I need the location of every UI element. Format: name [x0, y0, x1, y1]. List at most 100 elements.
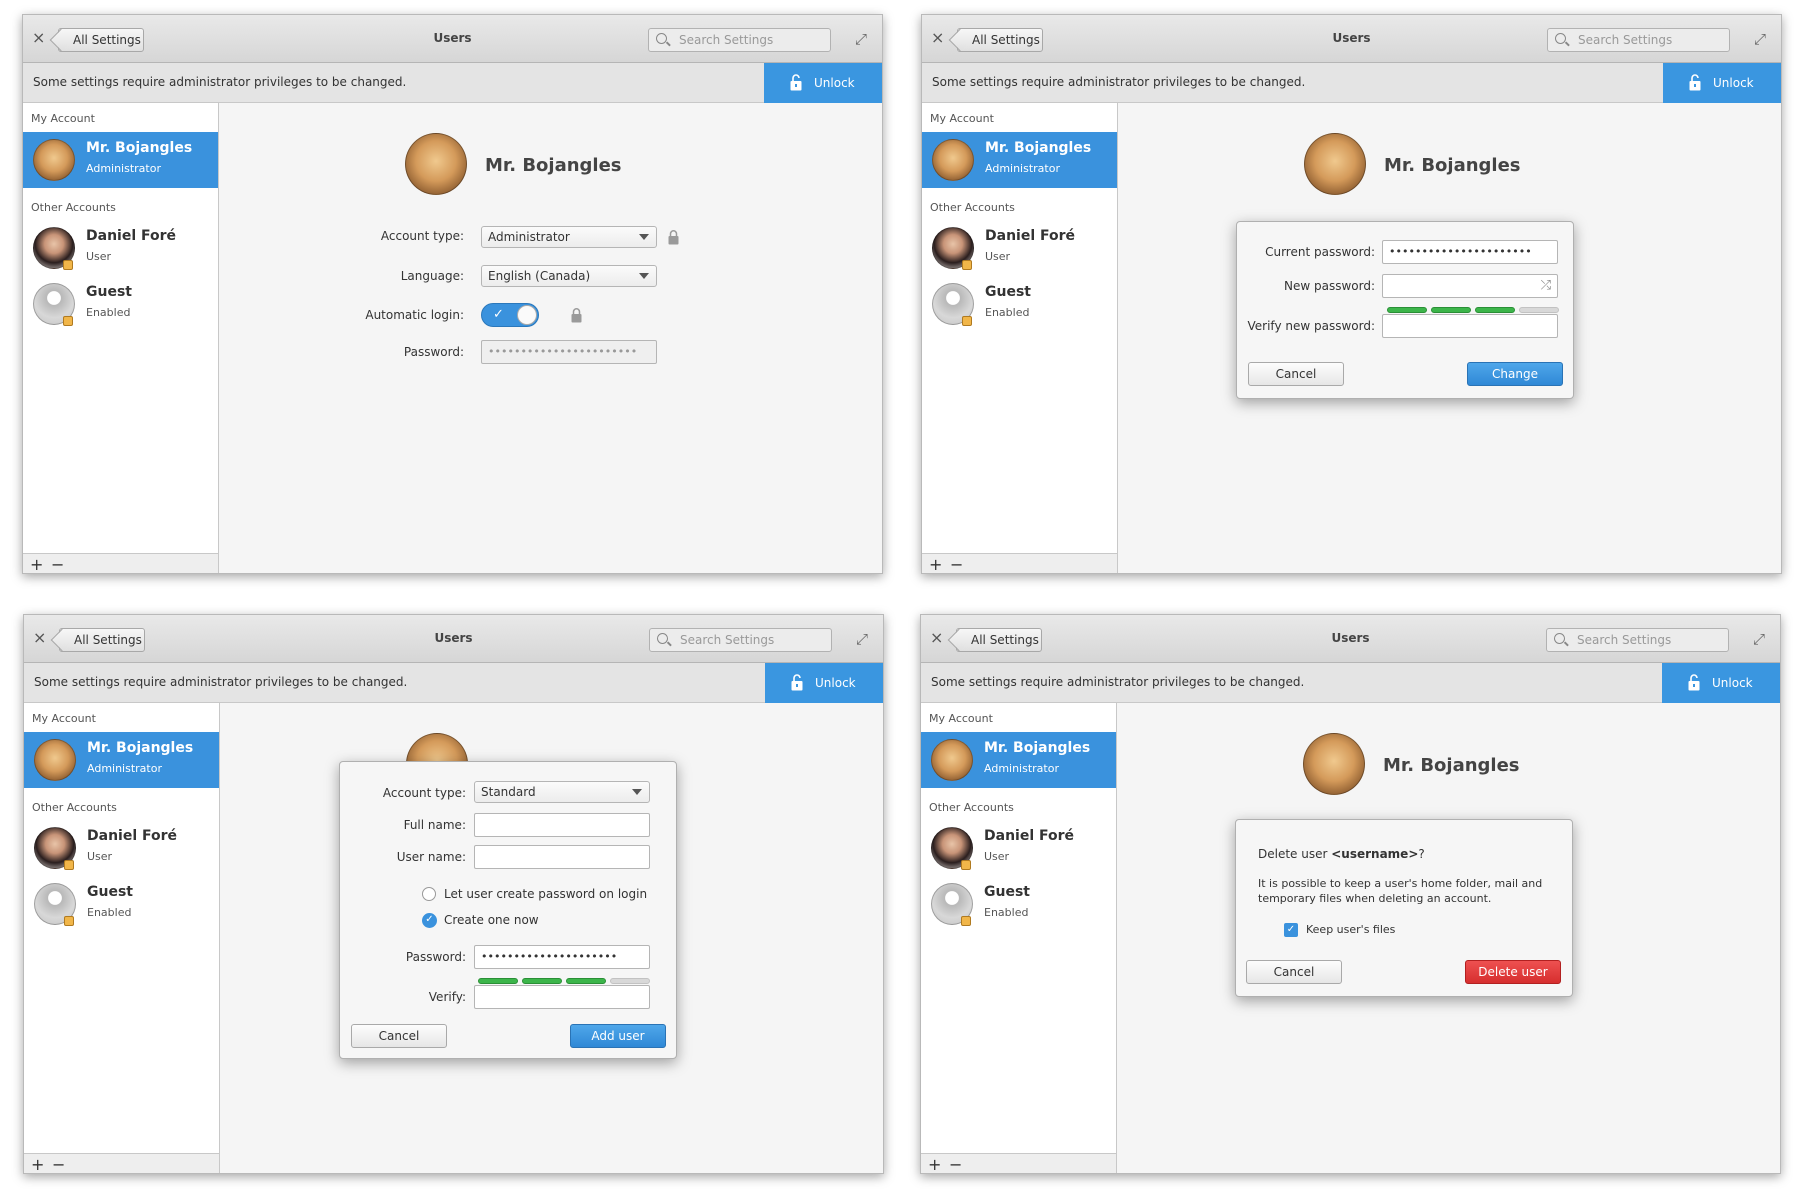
lock-icon[interactable] — [668, 230, 679, 245]
cancel-button[interactable]: Cancel — [1248, 362, 1344, 386]
account-type-label: Account type: — [382, 786, 466, 800]
cat-avatar — [931, 739, 973, 781]
close-icon[interactable]: × — [931, 29, 944, 47]
all-settings-button[interactable]: All Settings — [956, 628, 1042, 652]
add-user-button[interactable]: + — [929, 555, 942, 573]
search-input[interactable]: Search Settings — [648, 28, 831, 52]
unlock-button[interactable]: Unlock — [1662, 663, 1780, 703]
permission-infobar: Some settings require administrator priv… — [24, 663, 883, 703]
add-user-button[interactable]: + — [928, 1155, 941, 1173]
strength-segment — [522, 978, 562, 984]
verify-password-field[interactable] — [1382, 314, 1558, 338]
lock-badge-icon — [962, 316, 972, 326]
password-field[interactable]: ••••••••••••••••••••• — [474, 945, 650, 969]
remove-user-button[interactable]: − — [52, 1155, 65, 1173]
search-input[interactable]: Search Settings — [1547, 28, 1730, 52]
lock-icon[interactable] — [571, 308, 582, 323]
sidebar-item-guest[interactable]: Guest Enabled — [921, 876, 1116, 932]
close-icon[interactable]: × — [33, 629, 46, 647]
sidebar-item-guest[interactable]: Guest Enabled — [922, 276, 1117, 332]
strength-segment — [1387, 307, 1427, 313]
close-icon[interactable]: × — [930, 629, 943, 647]
strength-segment — [1475, 307, 1515, 313]
chevron-down-icon — [639, 273, 649, 279]
search-input[interactable]: Search Settings — [649, 628, 832, 652]
option-create-now-label[interactable]: Create one now — [444, 913, 539, 927]
cancel-button[interactable]: Cancel — [1246, 960, 1342, 984]
sidebar-item-mr-bojangles[interactable]: Mr. Bojangles Administrator — [24, 732, 219, 788]
add-user-confirm-button[interactable]: Add user — [570, 1024, 666, 1048]
remove-user-button[interactable]: − — [51, 555, 64, 573]
sidebar-item-guest[interactable]: Guest Enabled — [24, 876, 219, 932]
radio-login-password[interactable] — [422, 887, 436, 901]
lock-badge-icon — [64, 860, 74, 870]
maximize-icon[interactable]: ⤢ — [856, 630, 868, 648]
strength-segment — [1519, 307, 1559, 313]
user-full-name[interactable]: Mr. Bojangles — [485, 155, 622, 176]
titlebar: × All Settings Users Search Settings ⤢ — [23, 15, 882, 63]
account-name: Daniel Foré — [86, 228, 177, 244]
delete-user-description: It is possible to keep a user's home fol… — [1258, 877, 1543, 905]
account-name: Mr. Bojangles — [984, 740, 1091, 756]
account-type-select[interactable]: Standard — [474, 781, 650, 803]
shuffle-icon[interactable]: ⤮ — [1541, 275, 1551, 297]
lock-badge-icon — [961, 860, 971, 870]
new-password-field[interactable]: ⤮ — [1382, 274, 1558, 298]
change-password-dialog: Current password: ••••••••••••••••••••••… — [1236, 221, 1574, 399]
new-password-label: New password: — [1283, 279, 1375, 293]
all-settings-button[interactable]: All Settings — [957, 28, 1043, 52]
account-role: User — [985, 250, 1011, 263]
remove-user-button[interactable]: − — [949, 1155, 962, 1173]
maximize-icon[interactable]: ⤢ — [855, 30, 867, 48]
keep-files-checkbox[interactable]: ✓ — [1284, 923, 1298, 937]
sidebar-item-mr-bojangles[interactable]: Mr. Bojangles Administrator — [921, 732, 1116, 788]
unlock-icon — [1689, 74, 1701, 91]
radio-create-now[interactable]: ✓ — [422, 913, 437, 928]
user-avatar[interactable] — [1303, 733, 1365, 795]
sidebar-item-mr-bojangles[interactable]: Mr. Bojangles Administrator — [922, 132, 1117, 188]
account-details-panel: Mr. Bojangles Current password: ••••••••… — [1118, 103, 1781, 573]
add-user-button[interactable]: + — [30, 555, 43, 573]
account-name: Mr. Bojangles — [87, 740, 194, 756]
unlock-button[interactable]: Unlock — [1663, 63, 1781, 103]
user-name-field[interactable] — [474, 845, 650, 869]
account-type-select[interactable]: Administrator — [481, 226, 657, 248]
password-field[interactable]: ••••••••••••••••••••••• — [481, 340, 657, 364]
search-input[interactable]: Search Settings — [1546, 628, 1729, 652]
current-password-field[interactable]: •••••••••••••••••••••• — [1382, 240, 1558, 264]
sidebar-item-daniel-fore[interactable]: Daniel Foré User — [922, 220, 1117, 276]
verify-field[interactable] — [474, 985, 650, 1009]
account-details-panel: Mr. Bojangles Account type: Administrato… — [219, 103, 882, 573]
password-label: Password: — [405, 950, 466, 964]
keep-files-label[interactable]: Keep user's files — [1306, 923, 1395, 936]
language-select[interactable]: English (Canada) — [481, 265, 657, 287]
full-name-field[interactable] — [474, 813, 650, 837]
user-full-name[interactable]: Mr. Bojangles — [1383, 755, 1520, 776]
unlock-button[interactable]: Unlock — [764, 63, 882, 103]
add-user-button[interactable]: + — [31, 1155, 44, 1173]
unlock-button[interactable]: Unlock — [765, 663, 883, 703]
other-accounts-heading: Other Accounts — [31, 201, 116, 214]
all-settings-button[interactable]: All Settings — [58, 28, 144, 52]
sidebar-item-daniel-fore[interactable]: Daniel Foré User — [921, 820, 1116, 876]
account-name: Guest — [984, 884, 1030, 900]
close-icon[interactable]: × — [32, 29, 45, 47]
remove-user-button[interactable]: − — [950, 555, 963, 573]
option-login-password-label[interactable]: Let user create password on login — [444, 887, 647, 901]
maximize-icon[interactable]: ⤢ — [1754, 30, 1766, 48]
user-avatar[interactable] — [405, 133, 467, 195]
account-role: Enabled — [985, 306, 1030, 319]
maximize-icon[interactable]: ⤢ — [1753, 630, 1765, 648]
sidebar-item-daniel-fore[interactable]: Daniel Foré User — [23, 220, 218, 276]
delete-user-button[interactable]: Delete user — [1465, 960, 1561, 984]
cancel-button[interactable]: Cancel — [351, 1024, 447, 1048]
change-button[interactable]: Change — [1467, 362, 1563, 386]
all-settings-button[interactable]: All Settings — [59, 628, 145, 652]
automatic-login-switch[interactable]: ✓ — [481, 303, 539, 327]
sidebar-item-guest[interactable]: Guest Enabled — [23, 276, 218, 332]
user-avatar[interactable] — [1304, 133, 1366, 195]
other-accounts-heading: Other Accounts — [930, 201, 1015, 214]
sidebar-item-mr-bojangles[interactable]: Mr. Bojangles Administrator — [23, 132, 218, 188]
sidebar-item-daniel-fore[interactable]: Daniel Foré User — [24, 820, 219, 876]
user-full-name[interactable]: Mr. Bojangles — [1384, 155, 1521, 176]
